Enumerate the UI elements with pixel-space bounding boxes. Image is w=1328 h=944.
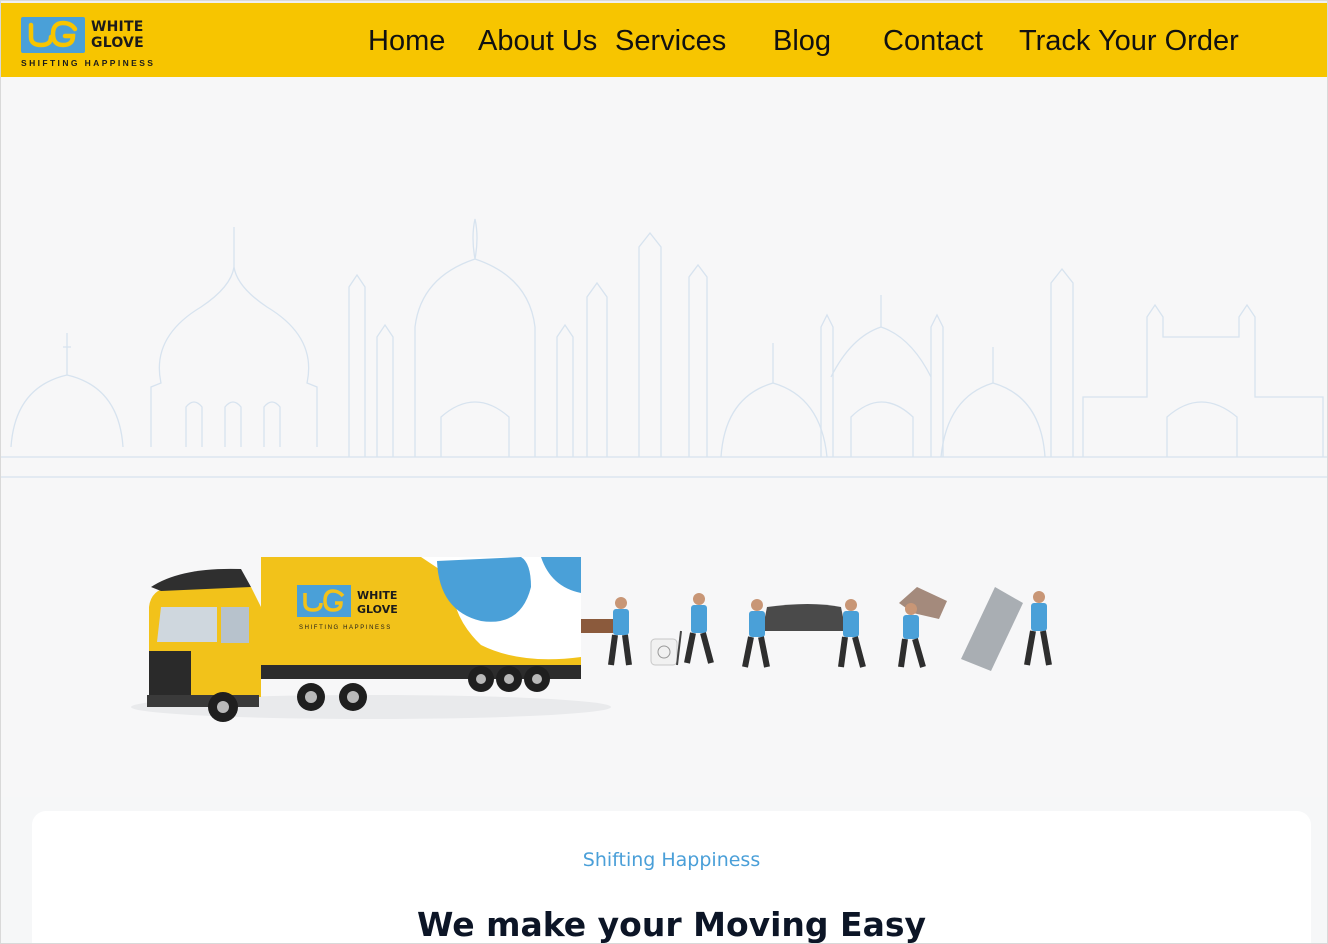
logo-tagline: SHIFTING HAPPINESS (21, 58, 156, 68)
nav-contact[interactable]: Contact (883, 21, 983, 61)
logo-word-2: GLOVE (91, 35, 144, 51)
mover-carrying-box (581, 597, 632, 666)
brand-logo[interactable]: WHITE GLOVE SHIFTING HAPPINESS (21, 15, 153, 69)
mover-carrying-chair (898, 587, 947, 668)
nav-home[interactable]: Home (368, 21, 445, 61)
truck-logo-word-2: GLOVE (357, 603, 398, 616)
skyline-icon (1, 218, 1327, 478)
intro-card: Shifting Happiness We make your Moving E… (32, 811, 1311, 944)
logo-word-1: WHITE (91, 19, 144, 35)
mover-carrying-fridge (961, 587, 1052, 671)
intro-subtitle: Shifting Happiness (582, 849, 761, 871)
hero-section: WHITE GLOVE SHIFTING HAPPINESS (1, 77, 1327, 797)
nav-services[interactable]: Services (615, 21, 726, 61)
logo-mark-icon (21, 17, 85, 53)
intro-title: We make your Moving Easy (416, 905, 927, 944)
page: WHITE GLOVE SHIFTING HAPPINESS Home Abou… (0, 0, 1328, 944)
nav-track-order[interactable]: Track Your Order (1019, 21, 1239, 61)
movers-carrying-sofa (742, 599, 866, 668)
nav-blog[interactable]: Blog (773, 21, 831, 61)
site-header: WHITE GLOVE SHIFTING HAPPINESS Home Abou… (1, 1, 1327, 77)
truck-logo-word-1: WHITE (357, 589, 397, 602)
truck-logo-tagline: SHIFTING HAPPINESS (299, 625, 392, 631)
mover-with-dolly (650, 593, 714, 666)
moving-truck-illustration: WHITE GLOVE SHIFTING HAPPINESS (131, 557, 1052, 722)
nav-about-us[interactable]: About Us (478, 21, 597, 61)
